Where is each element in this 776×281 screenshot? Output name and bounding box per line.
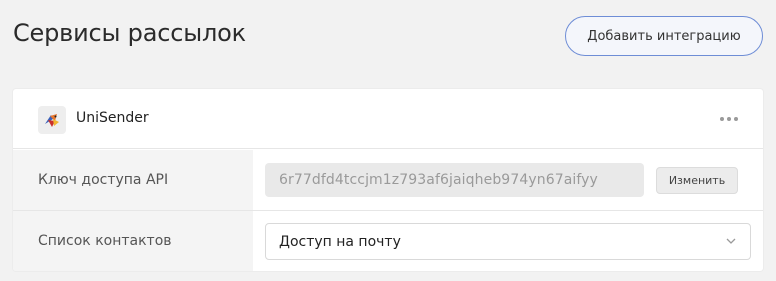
add-integration-button[interactable]: Добавить интеграцию xyxy=(565,16,763,56)
api-key-label: Ключ доступа API xyxy=(13,150,253,210)
contact-list-select[interactable]: Доступ на почту xyxy=(265,223,751,260)
contact-list-selected-value: Доступ на почту xyxy=(279,233,401,250)
page-title: Сервисы рассылок xyxy=(13,19,246,47)
service-name: UniSender xyxy=(76,110,149,126)
contact-list-label: Список контактов xyxy=(13,211,253,271)
api-key-row: Ключ доступа API 6r77dfd4tccjm1z793af6ja… xyxy=(13,150,763,211)
unisender-logo-icon xyxy=(38,106,66,134)
change-api-key-button[interactable]: Изменить xyxy=(656,167,738,194)
api-key-field: 6r77dfd4tccjm1z793af6jaiqheb974yn67aifyy xyxy=(265,163,644,197)
contact-list-row: Список контактов Доступ на почту xyxy=(13,211,763,271)
integration-card: UniSender Ключ доступа API 6r77dfd4tccjm… xyxy=(13,89,763,271)
integration-card-header: UniSender xyxy=(13,89,763,149)
chevron-down-icon xyxy=(726,238,736,244)
page-header: Сервисы рассылок Добавить интеграцию xyxy=(0,0,776,80)
more-horizontal-icon[interactable] xyxy=(717,109,741,129)
